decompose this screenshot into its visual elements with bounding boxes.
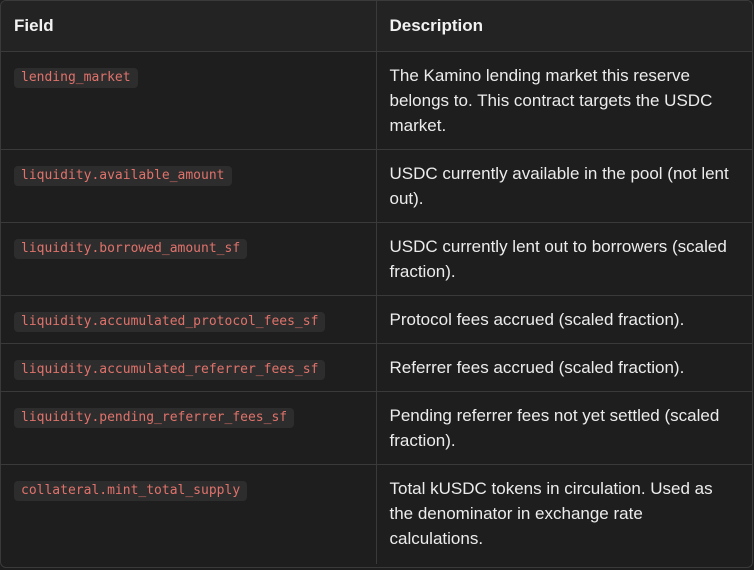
table-row: lending_market The Kamino lending market… bbox=[1, 51, 752, 150]
field-code: liquidity.accumulated_referrer_fees_sf bbox=[14, 360, 326, 380]
fields-table: Field Description lending_market The Kam… bbox=[0, 0, 753, 568]
description-cell: USDC currently lent out to borrowers (sc… bbox=[376, 222, 752, 296]
field-code: lending_market bbox=[14, 68, 138, 88]
field-code: liquidity.pending_referrer_fees_sf bbox=[14, 408, 295, 428]
column-header-field: Field bbox=[1, 1, 377, 52]
column-header-description: Description bbox=[376, 1, 752, 52]
field-cell: collateral.mint_total_supply bbox=[1, 464, 377, 564]
field-code: liquidity.available_amount bbox=[14, 166, 232, 186]
field-code: collateral.mint_total_supply bbox=[14, 481, 248, 501]
field-cell: liquidity.accumulated_protocol_fees_sf bbox=[1, 295, 377, 344]
table-row: collateral.mint_total_supply Total kUSDC… bbox=[1, 464, 752, 564]
description-cell: Total kUSDC tokens in circulation. Used … bbox=[389, 479, 713, 548]
field-cell: lending_market bbox=[1, 51, 377, 150]
table-row: liquidity.accumulated_referrer_fees_sf R… bbox=[1, 343, 752, 392]
table-row: liquidity.accumulated_protocol_fees_sf P… bbox=[1, 295, 752, 344]
description-cell: The Kamino lending market this reserve b… bbox=[376, 51, 752, 150]
field-cell: liquidity.available_amount bbox=[1, 149, 377, 223]
description-cell: USDC currently available in the pool (no… bbox=[376, 149, 752, 223]
description-cell: Referrer fees accrued (scaled fraction). bbox=[376, 343, 752, 392]
table-header-row: Field Description bbox=[1, 1, 752, 52]
table-row: liquidity.borrowed_amount_sf USDC curren… bbox=[1, 222, 752, 296]
description-cell: Protocol fees accrued (scaled fraction). bbox=[376, 295, 752, 344]
field-cell: liquidity.pending_referrer_fees_sf bbox=[1, 391, 377, 465]
description-cell: Pending referrer fees not yet settled (s… bbox=[376, 391, 752, 465]
reserve-fields-table: Field Description lending_market The Kam… bbox=[1, 1, 752, 564]
field-code: liquidity.borrowed_amount_sf bbox=[14, 239, 248, 259]
field-cell: liquidity.accumulated_referrer_fees_sf bbox=[1, 343, 377, 392]
table-row: liquidity.pending_referrer_fees_sf Pendi… bbox=[1, 391, 752, 465]
table-row: liquidity.available_amount USDC currentl… bbox=[1, 149, 752, 223]
field-code: liquidity.accumulated_protocol_fees_sf bbox=[14, 312, 326, 332]
field-cell: liquidity.borrowed_amount_sf bbox=[1, 222, 377, 296]
